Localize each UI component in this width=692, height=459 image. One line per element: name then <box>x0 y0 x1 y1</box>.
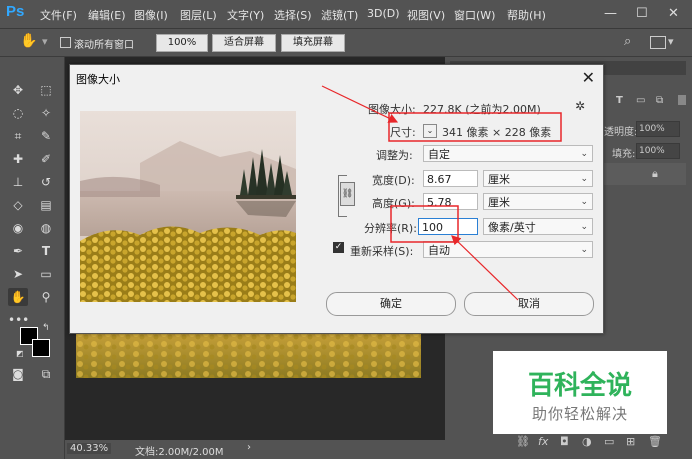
resolution-highlight-box <box>390 205 459 243</box>
watermark-logo: 百科全说 助你轻松解决 <box>493 351 667 434</box>
watermark-title: 百科全说 <box>527 371 632 401</box>
watermark-subtitle: 助你轻松解决 <box>531 405 628 423</box>
arrow-to-resolution <box>451 235 519 301</box>
arrow-to-dimensions <box>321 85 399 123</box>
dimensions-highlight-box <box>388 112 562 142</box>
